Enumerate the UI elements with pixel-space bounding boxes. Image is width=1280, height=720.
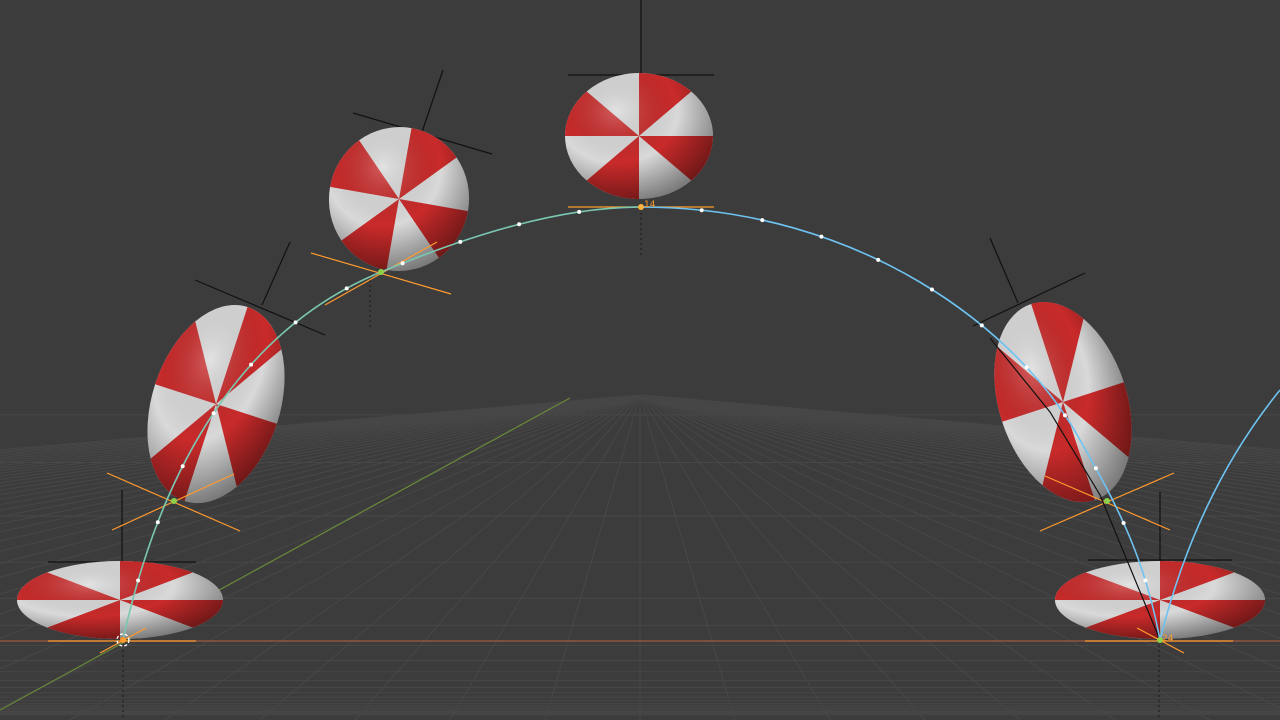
frame-dot <box>211 411 216 416</box>
frame-dot <box>699 208 704 213</box>
empty-axes-icon <box>261 241 291 306</box>
frame-dot <box>577 209 582 214</box>
ball-frame-20[interactable] <box>970 237 1156 520</box>
frame-dot <box>136 578 141 583</box>
frame-dot <box>930 287 934 292</box>
frame-dot <box>344 286 349 291</box>
frame-dot <box>400 261 405 266</box>
keyframe-point <box>378 269 384 275</box>
frame-dot <box>1062 413 1067 418</box>
frame-dot <box>180 464 185 469</box>
frame-dot <box>155 520 160 525</box>
keyframe-label-end: 24 <box>1162 634 1174 644</box>
frame-dot <box>1143 578 1148 583</box>
keyframe-point <box>1104 498 1110 504</box>
viewport-scene[interactable]: 14 24 <box>0 0 1280 720</box>
frame-dot <box>1093 466 1098 471</box>
empty-axes-icon <box>989 237 1019 304</box>
frame-dot <box>760 218 765 223</box>
frame-dot <box>979 323 984 328</box>
frame-dot <box>876 257 881 262</box>
ball-frame-14[interactable] <box>565 0 714 199</box>
ball-frame-1[interactable] <box>17 490 223 639</box>
empty-axes-icon <box>421 69 444 133</box>
frame-dot <box>293 320 298 325</box>
frame-dot <box>517 222 522 227</box>
keyframe-label-mid: 14 <box>644 200 656 210</box>
3d-viewport[interactable]: 14 24 <box>0 0 1280 720</box>
frame-dot <box>458 239 463 244</box>
ball-frame-8[interactable] <box>317 69 493 283</box>
frame-dot <box>1024 365 1029 370</box>
frame-dot <box>249 362 254 367</box>
frame-dot <box>819 234 824 239</box>
keyframe-point <box>171 498 177 504</box>
frame-dot <box>1121 521 1126 525</box>
